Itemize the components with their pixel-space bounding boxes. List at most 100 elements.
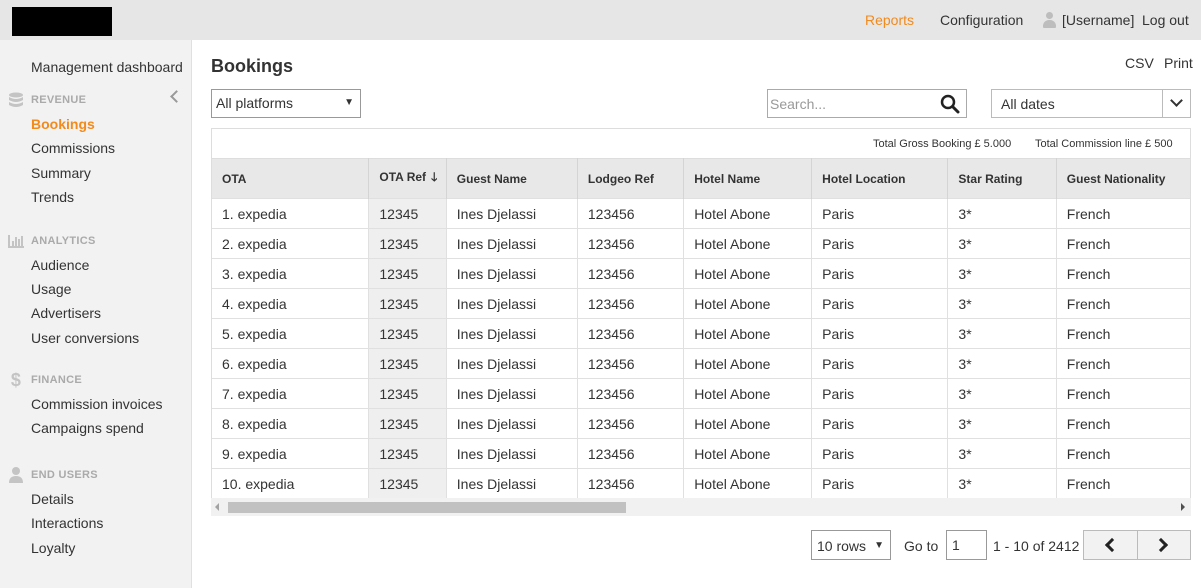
sidebar-item-campaigns-spend[interactable]: Campaigns spend xyxy=(31,420,144,436)
column-header-ota-ref[interactable]: OTA Ref 🡓 xyxy=(368,158,447,199)
cell-guest-nationality: French xyxy=(1056,408,1190,439)
nav-reports[interactable]: Reports xyxy=(865,0,914,40)
cell-hotel-location: Paris xyxy=(811,468,949,499)
sidebar-item-summary[interactable]: Summary xyxy=(31,165,91,181)
cell-guest-nationality: French xyxy=(1056,348,1190,379)
scroll-right-icon[interactable] xyxy=(1181,503,1185,511)
table-row[interactable]: 10. expedia 12345 Ines Djelassi 123456 Hotel… xyxy=(212,468,1190,499)
table-row[interactable]: 4. expedia 12345 Ines Djelassi 123456 Hotel … xyxy=(212,288,1190,319)
cell-guest-nationality: French xyxy=(1056,318,1190,349)
table-row[interactable]: 3. expedia 12345 Ines Djelassi 123456 Hotel … xyxy=(212,258,1190,289)
pagination-range: 1 - 10 of 2412 xyxy=(993,538,1080,554)
cell-hotel-location: Paris xyxy=(811,198,949,229)
search-input[interactable] xyxy=(768,90,938,117)
sidebar-item-audience[interactable]: Audience xyxy=(31,257,89,273)
cell-guest-name: Ines Djelassi xyxy=(446,408,578,439)
sidebar-item-advertisers[interactable]: Advertisers xyxy=(31,305,101,321)
sidebar-item-usage[interactable]: Usage xyxy=(31,281,71,297)
sidebar-item-interactions[interactable]: Interactions xyxy=(31,515,103,531)
sidebar-item-commission-invoices[interactable]: Commission invoices xyxy=(31,396,162,412)
sidebar-item-loyalty[interactable]: Loyalty xyxy=(31,540,75,556)
cell-hotel-name: Hotel Abone xyxy=(683,348,813,379)
table-row[interactable]: 6. expedia 12345 Ines Djelassi 123456 Hotel … xyxy=(212,348,1190,379)
totals-bar: Total Gross Booking £ 5.000 Total Commis… xyxy=(212,129,1190,158)
csv-export-link[interactable]: CSV xyxy=(1125,55,1154,71)
collapse-chevron-icon[interactable] xyxy=(170,90,183,103)
table-row[interactable]: 8. expedia 12345 Ines Djelassi 123456 Hotel … xyxy=(212,408,1190,439)
user-icon xyxy=(1042,12,1057,28)
sidebar-item-details[interactable]: Details xyxy=(31,491,74,507)
cell-hotel-name: Hotel Abone xyxy=(683,408,813,439)
search-icon[interactable] xyxy=(940,94,960,114)
cell-hotel-name: Hotel Abone xyxy=(683,288,813,319)
print-link[interactable]: Print xyxy=(1164,55,1193,71)
user-menu[interactable]: [Username] xyxy=(1042,0,1134,40)
sidebar-section-end-users: END USERS xyxy=(8,467,98,483)
table-header-row: OTA OTA Ref 🡓 Guest Name Lodgeo Ref Hotel… xyxy=(212,158,1190,199)
cell-guest-nationality: French xyxy=(1056,468,1190,499)
rows-per-page-select[interactable]: 10 rows ▼ xyxy=(811,530,891,560)
cell-lodgeo-ref: 123456 xyxy=(577,438,685,469)
dates-select[interactable]: All dates xyxy=(991,89,1191,118)
cell-ota: 10. expedia xyxy=(212,468,370,499)
cell-star-rating: 3* xyxy=(947,468,1057,499)
sidebar-item-management-dashboard[interactable]: Management dashboard xyxy=(31,59,183,75)
cell-guest-nationality: French xyxy=(1056,288,1190,319)
cell-guest-name: Ines Djelassi xyxy=(446,288,578,319)
cell-guest-nationality: French xyxy=(1056,378,1190,409)
table-row[interactable]: 2. expedia 12345 Ines Djelassi 123456 Hotel … xyxy=(212,228,1190,259)
sidebar: Management dashboard REVENUE Bookings Co… xyxy=(0,40,192,588)
cell-ota-ref: 12345 xyxy=(368,468,447,499)
cell-guest-name: Ines Djelassi xyxy=(446,228,578,259)
table-row[interactable]: 1. expedia 12345 Ines Djelassi 123456 Hotel … xyxy=(212,198,1190,229)
chevron-left-icon xyxy=(1104,537,1120,553)
sidebar-section-revenue: REVENUE xyxy=(8,92,86,108)
table-row[interactable]: 5. expedia 12345 Ines Djelassi 123456 Hotel … xyxy=(212,318,1190,349)
column-header-lodgeo-ref[interactable]: Lodgeo Ref xyxy=(577,158,685,199)
cell-guest-nationality: French xyxy=(1056,258,1190,289)
select-divider xyxy=(1162,90,1163,117)
logout-link[interactable]: Log out xyxy=(1142,0,1189,40)
sidebar-section-finance: $ FINANCE xyxy=(8,371,82,389)
cell-ota: 7. expedia xyxy=(212,378,370,409)
column-header-guest-name[interactable]: Guest Name xyxy=(446,158,578,199)
table-row[interactable]: 9. expedia 12345 Ines Djelassi 123456 Hotel … xyxy=(212,438,1190,469)
cell-star-rating: 3* xyxy=(947,288,1057,319)
nav-configuration[interactable]: Configuration xyxy=(940,0,1023,40)
column-header-star-rating[interactable]: Star Rating xyxy=(947,158,1057,199)
cell-ota-ref: 12345 xyxy=(368,228,447,259)
search-box xyxy=(767,89,967,118)
sidebar-item-bookings[interactable]: Bookings xyxy=(31,116,95,132)
sidebar-item-trends[interactable]: Trends xyxy=(31,189,74,205)
sidebar-item-user-conversions[interactable]: User conversions xyxy=(31,330,139,346)
column-header-hotel-name[interactable]: Hotel Name xyxy=(683,158,813,199)
horizontal-scrollbar[interactable] xyxy=(211,498,1191,516)
platform-select[interactable]: All platforms ▼ xyxy=(211,89,361,118)
column-header-hotel-location[interactable]: Hotel Location xyxy=(811,158,949,199)
goto-page-input[interactable] xyxy=(946,530,987,560)
logo[interactable] xyxy=(12,7,112,36)
dropdown-arrow-icon: ▼ xyxy=(874,540,884,551)
cell-hotel-location: Paris xyxy=(811,378,949,409)
sidebar-item-commissions[interactable]: Commissions xyxy=(31,140,115,156)
next-page-button[interactable] xyxy=(1136,531,1190,559)
column-header-ota[interactable]: OTA xyxy=(212,158,370,199)
cell-ota: 5. expedia xyxy=(212,318,370,349)
column-header-guest-nationality[interactable]: Guest Nationality xyxy=(1056,158,1190,199)
scrollbar-thumb[interactable] xyxy=(228,502,626,513)
bar-chart-icon xyxy=(8,233,24,249)
cell-ota: 3. expedia xyxy=(212,258,370,289)
cell-hotel-name: Hotel Abone xyxy=(683,438,813,469)
scroll-left-icon[interactable] xyxy=(215,503,219,511)
cell-hotel-location: Paris xyxy=(811,438,949,469)
table-row[interactable]: 7. expedia 12345 Ines Djelassi 123456 Hotel … xyxy=(212,378,1190,409)
sidebar-section-label: REVENUE xyxy=(31,94,87,106)
sidebar-section-label: FINANCE xyxy=(31,374,82,386)
cell-ota-ref: 12345 xyxy=(368,348,447,379)
database-icon xyxy=(8,92,24,108)
dropdown-arrow-icon: ▼ xyxy=(344,97,354,108)
cell-hotel-location: Paris xyxy=(811,228,949,259)
previous-page-button[interactable] xyxy=(1084,531,1137,559)
cell-hotel-location: Paris xyxy=(811,408,949,439)
cell-star-rating: 3* xyxy=(947,198,1057,229)
